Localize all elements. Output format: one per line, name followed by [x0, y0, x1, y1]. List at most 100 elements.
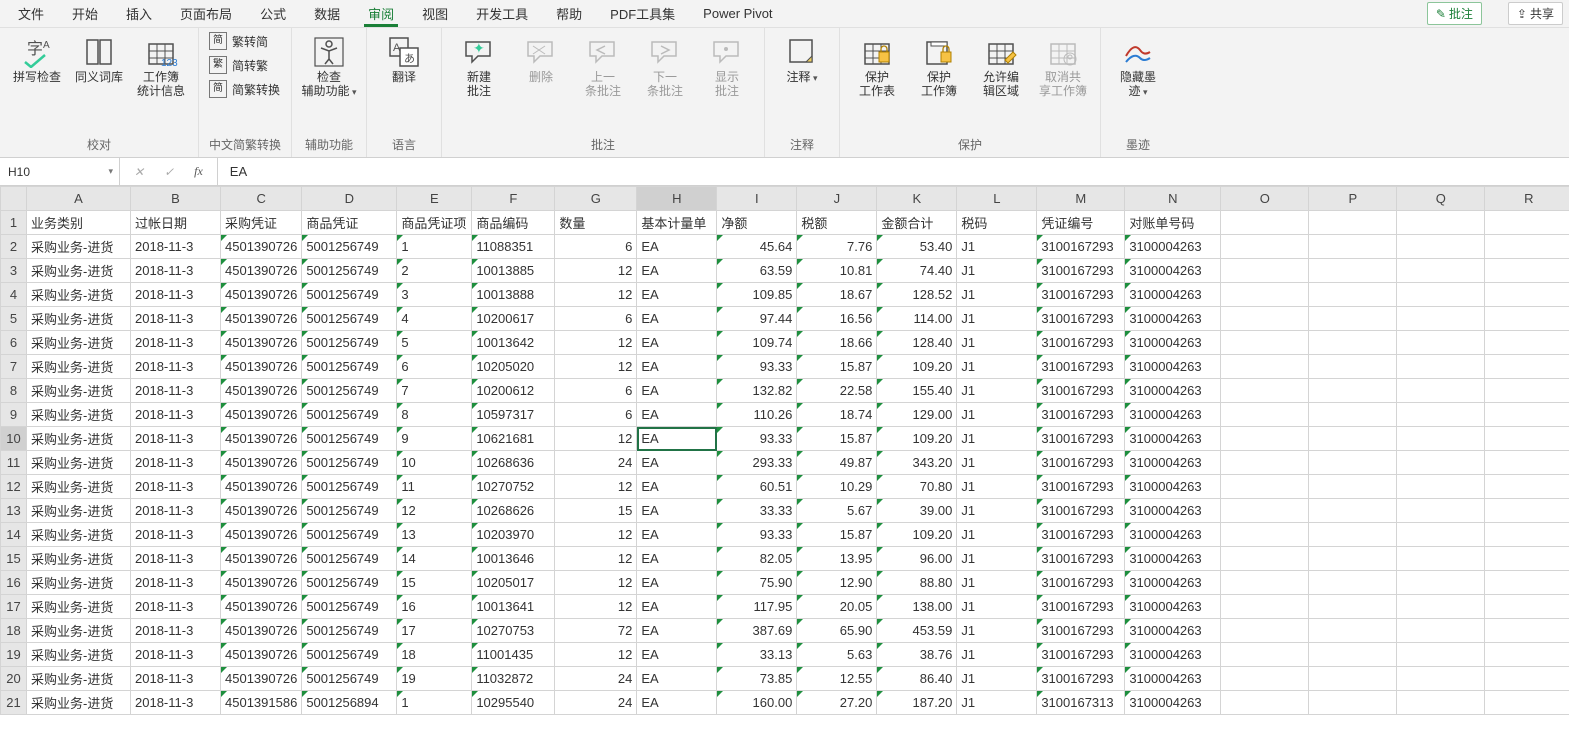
- cell[interactable]: 3100167293: [1037, 307, 1125, 331]
- cell[interactable]: 3100004263: [1125, 235, 1221, 259]
- cell[interactable]: 2018-11-3: [131, 523, 221, 547]
- cell[interactable]: 60.51: [717, 475, 797, 499]
- cell[interactable]: 6: [555, 403, 637, 427]
- cell[interactable]: [1221, 571, 1309, 595]
- cell[interactable]: [1309, 307, 1397, 331]
- cell[interactable]: 10.29: [797, 475, 877, 499]
- new-comment-button[interactable]: ✦新建 批注: [452, 32, 506, 98]
- cell[interactable]: 11032872: [472, 667, 555, 691]
- cell[interactable]: EA: [637, 523, 717, 547]
- cell[interactable]: 4501390726: [221, 307, 302, 331]
- cell[interactable]: [1397, 499, 1485, 523]
- cell[interactable]: 3100004263: [1125, 547, 1221, 571]
- header-cell[interactable]: 商品凭证项: [397, 211, 472, 235]
- row-header[interactable]: 11: [1, 451, 27, 475]
- cell[interactable]: [1485, 523, 1569, 547]
- header-cell[interactable]: 对账单号码: [1125, 211, 1221, 235]
- cell[interactable]: 10013641: [472, 595, 555, 619]
- cell[interactable]: [1485, 691, 1569, 715]
- cell[interactable]: 10270753: [472, 619, 555, 643]
- cell[interactable]: 4501390726: [221, 595, 302, 619]
- cell[interactable]: 160.00: [717, 691, 797, 715]
- cell[interactable]: EA: [637, 259, 717, 283]
- cell[interactable]: 4501390726: [221, 379, 302, 403]
- cell[interactable]: [1485, 499, 1569, 523]
- cell[interactable]: 10205017: [472, 571, 555, 595]
- cell[interactable]: 109.20: [877, 523, 957, 547]
- formula-input[interactable]: EA: [218, 164, 1569, 179]
- cell[interactable]: EA: [637, 499, 717, 523]
- cell[interactable]: EA: [637, 451, 717, 475]
- cell[interactable]: 15.87: [797, 427, 877, 451]
- cell[interactable]: 5001256749: [302, 643, 397, 667]
- cell[interactable]: 2018-11-3: [131, 619, 221, 643]
- col-header-B[interactable]: B: [131, 187, 221, 211]
- cell[interactable]: [1397, 691, 1485, 715]
- cell[interactable]: 38.76: [877, 643, 957, 667]
- header-cell[interactable]: 税额: [797, 211, 877, 235]
- col-header-A[interactable]: A: [27, 187, 131, 211]
- cell[interactable]: EA: [637, 283, 717, 307]
- cell[interactable]: 11088351: [472, 235, 555, 259]
- cell[interactable]: 49.87: [797, 451, 877, 475]
- cell[interactable]: 187.20: [877, 691, 957, 715]
- cell[interactable]: 128.40: [877, 331, 957, 355]
- row-header[interactable]: 16: [1, 571, 27, 595]
- cell[interactable]: 10013646: [472, 547, 555, 571]
- cell[interactable]: 3100004263: [1125, 523, 1221, 547]
- cell[interactable]: 93.33: [717, 523, 797, 547]
- cell[interactable]: J1: [957, 379, 1037, 403]
- cell[interactable]: 88.80: [877, 571, 957, 595]
- cell[interactable]: EA: [637, 403, 717, 427]
- cell[interactable]: [1221, 403, 1309, 427]
- cell[interactable]: [1309, 523, 1397, 547]
- notes-button[interactable]: 注释: [775, 32, 829, 85]
- cell[interactable]: 97.44: [717, 307, 797, 331]
- cell[interactable]: EA: [637, 307, 717, 331]
- header-cell[interactable]: 商品编码: [472, 211, 555, 235]
- col-header-Q[interactable]: Q: [1397, 187, 1485, 211]
- cell[interactable]: [1309, 643, 1397, 667]
- cell[interactable]: 387.69: [717, 619, 797, 643]
- cell[interactable]: 53.40: [877, 235, 957, 259]
- cell[interactable]: 采购业务-进货: [27, 475, 131, 499]
- cell[interactable]: 4501390726: [221, 499, 302, 523]
- select-all-corner[interactable]: [1, 187, 27, 211]
- cell[interactable]: [1309, 619, 1397, 643]
- cell[interactable]: 18.74: [797, 403, 877, 427]
- cell[interactable]: 3100004263: [1125, 427, 1221, 451]
- cell[interactable]: 343.20: [877, 451, 957, 475]
- cell[interactable]: 5001256749: [302, 355, 397, 379]
- cell[interactable]: 4501390726: [221, 331, 302, 355]
- cell[interactable]: 5001256749: [302, 259, 397, 283]
- cell[interactable]: [1309, 595, 1397, 619]
- cell[interactable]: [1309, 691, 1397, 715]
- cell[interactable]: 3100167293: [1037, 355, 1125, 379]
- menu-公式[interactable]: 公式: [256, 0, 290, 27]
- cell[interactable]: 4501390726: [221, 643, 302, 667]
- name-box[interactable]: H10: [0, 158, 120, 185]
- col-header-C[interactable]: C: [221, 187, 302, 211]
- cell[interactable]: 3100004263: [1125, 571, 1221, 595]
- cell[interactable]: EA: [637, 667, 717, 691]
- row-header[interactable]: 7: [1, 355, 27, 379]
- cell[interactable]: [1309, 259, 1397, 283]
- cell[interactable]: [1485, 235, 1569, 259]
- cell[interactable]: [1397, 259, 1485, 283]
- cell[interactable]: [1485, 427, 1569, 451]
- cell[interactable]: [1221, 595, 1309, 619]
- cell[interactable]: 6: [397, 355, 472, 379]
- share-button[interactable]: ⇪共享: [1508, 2, 1563, 25]
- cell[interactable]: 86.40: [877, 667, 957, 691]
- col-header-G[interactable]: G: [555, 187, 637, 211]
- cell[interactable]: 3100167293: [1037, 403, 1125, 427]
- cell[interactable]: [1397, 619, 1485, 643]
- cell[interactable]: [1397, 331, 1485, 355]
- cell[interactable]: [1485, 259, 1569, 283]
- row-header[interactable]: 5: [1, 307, 27, 331]
- cell[interactable]: 5001256749: [302, 403, 397, 427]
- cell[interactable]: 2018-11-3: [131, 259, 221, 283]
- cell[interactable]: 5001256749: [302, 571, 397, 595]
- cell[interactable]: 7.76: [797, 235, 877, 259]
- cell[interactable]: 2018-11-3: [131, 331, 221, 355]
